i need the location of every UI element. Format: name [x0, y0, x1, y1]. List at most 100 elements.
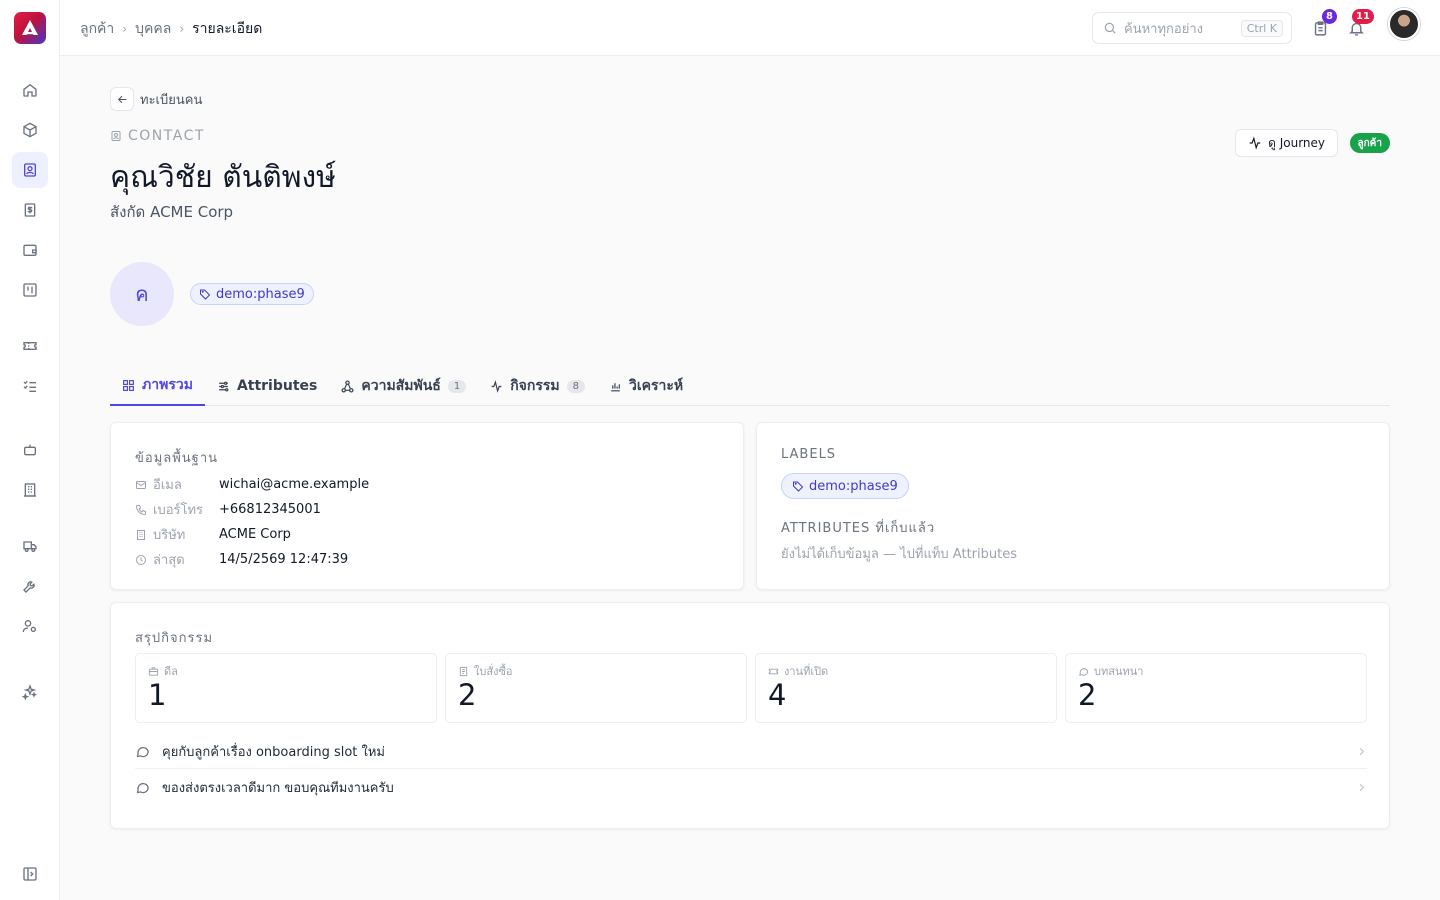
breadcrumb-separator-icon: ›	[122, 22, 128, 36]
activity-item[interactable]: ของส่งตรงเวลาดีมาก ขอบคุณทีมงานครับ	[135, 770, 1367, 805]
notifications-button[interactable]: 11	[1344, 9, 1374, 40]
stat-label-text: บทสนทนา	[1094, 665, 1144, 678]
mail-icon	[136, 480, 146, 489]
info-label: บริษัท	[135, 524, 219, 545]
sidebar-collapse-button[interactable]	[12, 856, 48, 892]
email-label: อีเมล	[153, 478, 182, 493]
company-value[interactable]: ACME Corp	[219, 527, 291, 542]
building-icon	[137, 529, 145, 540]
nav-products[interactable]	[12, 112, 48, 148]
info-label: เบอร์โทร	[135, 499, 219, 520]
activity-item[interactable]: คุยกับลูกค้าเรื่อง onboarding slot ใหม่	[135, 734, 1367, 769]
chat-bubble-icon	[136, 746, 149, 757]
nav-ai[interactable]	[12, 674, 48, 710]
robot-icon	[24, 444, 36, 456]
app-logo[interactable]	[14, 12, 46, 44]
tab-activities[interactable]: กิจกรรม 8	[478, 366, 597, 406]
stat-open-tasks[interactable]: งานที่เปิด 4	[755, 653, 1057, 723]
contact-card-icon	[111, 131, 121, 141]
clock-icon	[136, 554, 146, 565]
chat-bubble-icon	[1079, 667, 1089, 676]
stat-value: 2	[1078, 678, 1097, 712]
email-value[interactable]: wichai@acme.example	[219, 477, 369, 492]
contact-tag[interactable]: demo:phase9	[190, 283, 314, 305]
back-button[interactable]	[110, 87, 134, 111]
notifications-count-badge: 11	[1352, 9, 1374, 24]
label-tag[interactable]: demo:phase9	[781, 473, 909, 499]
label-tag-text: demo:phase9	[809, 478, 898, 494]
nav-users[interactable]	[12, 608, 48, 644]
attributes-empty-state: ยังไม่ได้เก็บข้อมูล — ไปที่แท็บ Attribut…	[781, 547, 1017, 562]
tab-label: ความสัมพันธ์	[361, 378, 441, 394]
nav-billing[interactable]	[12, 192, 48, 228]
nav-contacts[interactable]	[12, 152, 48, 188]
breadcrumb: ลูกค้า › บุคคล › รายละเอียด	[80, 18, 262, 40]
view-journey-button[interactable]: ดู Journey	[1235, 129, 1338, 157]
activity-summary-card: สรุปกิจกรรม ดีล 1 ใบสั่งซื้อ 2 งานที่เปิ…	[110, 602, 1390, 829]
briefcase-icon	[148, 666, 159, 676]
stat-deals[interactable]: ดีล 1	[135, 653, 437, 723]
tab-label: วิเคราะห์	[629, 378, 684, 394]
kanban-icon	[23, 283, 37, 297]
entity-kicker: CONTACT	[110, 128, 205, 144]
stat-label-text: งานที่เปิด	[784, 665, 829, 678]
phone-icon	[135, 504, 146, 515]
company-label: บริษัท	[153, 528, 186, 543]
nav-home[interactable]	[12, 72, 48, 108]
nav-board[interactable]	[12, 272, 48, 308]
arrow-left-icon	[117, 95, 126, 103]
panel-toggle-icon	[23, 867, 37, 881]
contact-affiliation: สังกัด ACME Corp	[110, 203, 234, 221]
nav-tools[interactable]	[12, 568, 48, 604]
breadcrumb-customers[interactable]: ลูกค้า	[80, 18, 114, 40]
basic-info-title: ข้อมูลพื้นฐาน	[135, 451, 219, 466]
tab-label: ภาพรวม	[142, 377, 193, 393]
home-icon	[23, 83, 37, 97]
checklist-icon	[23, 380, 36, 392]
tab-count-badge: 8	[566, 379, 585, 393]
activity-text: คุยกับลูกค้าเรื่อง onboarding slot ใหม่	[162, 744, 386, 760]
activity-icon	[1249, 136, 1261, 150]
nav-shipping[interactable]	[12, 528, 48, 564]
grid-icon	[123, 379, 134, 391]
nav-wallet[interactable]	[12, 232, 48, 268]
latest-value: 14/5/2569 12:47:39	[219, 552, 349, 567]
stat-value: 4	[768, 678, 787, 712]
nav-buildings[interactable]	[12, 472, 48, 508]
network-icon	[341, 379, 354, 393]
invoice-icon	[24, 203, 36, 217]
stat-conversations[interactable]: บทสนทนา 2	[1065, 653, 1367, 723]
phone-value[interactable]: +66812345001	[219, 502, 321, 517]
user-avatar[interactable]	[1388, 8, 1420, 40]
global-search[interactable]: ค้นหาทุกอย่าง Ctrl K	[1092, 12, 1292, 44]
nav-tasks[interactable]	[12, 368, 48, 404]
bar-chart-icon	[611, 382, 620, 391]
tab-relationships[interactable]: ความสัมพันธ์ 1	[329, 366, 478, 406]
latest-label: ล่าสุด	[153, 553, 185, 568]
basic-info-card: ข้อมูลพื้นฐาน อีเมล wichai@acme.example …	[110, 422, 744, 590]
receipt-icon	[459, 666, 468, 676]
building-icon	[24, 483, 36, 497]
chevron-right-icon	[1356, 746, 1367, 757]
nav-bot[interactable]	[12, 432, 48, 468]
info-label: ล่าสุด	[135, 549, 219, 570]
info-row-phone: เบอร์โทร +66812345001	[135, 499, 321, 520]
tab-attributes[interactable]: Attributes	[205, 366, 329, 406]
chevron-right-icon	[1356, 782, 1367, 793]
phone-label: เบอร์โทร	[153, 503, 204, 518]
tab-overview[interactable]: ภาพรวม	[110, 366, 205, 406]
tasks-button[interactable]: 8	[1308, 9, 1337, 40]
nav-tickets[interactable]	[12, 328, 48, 364]
tab-bar: ภาพรวม Attributes ความสัมพันธ์ 1 กิจกรรม…	[110, 366, 1390, 406]
tab-analytics[interactable]: วิเคราะห์	[597, 366, 695, 406]
wrench-icon	[23, 581, 35, 593]
back-link[interactable]: ทะเบียนคน	[110, 87, 202, 111]
contact-card-icon	[24, 163, 36, 177]
breadcrumb-persons[interactable]: บุคคล	[135, 18, 171, 40]
wallet-icon	[23, 244, 37, 256]
back-label: ทะเบียนคน	[140, 92, 203, 108]
topbar: ลูกค้า › บุคคล › รายละเอียด ค้นหาทุกอย่า…	[60, 0, 1440, 56]
user-settings-icon	[22, 620, 36, 633]
stat-orders[interactable]: ใบสั่งซื้อ 2	[445, 653, 747, 723]
activity-icon	[491, 379, 502, 393]
